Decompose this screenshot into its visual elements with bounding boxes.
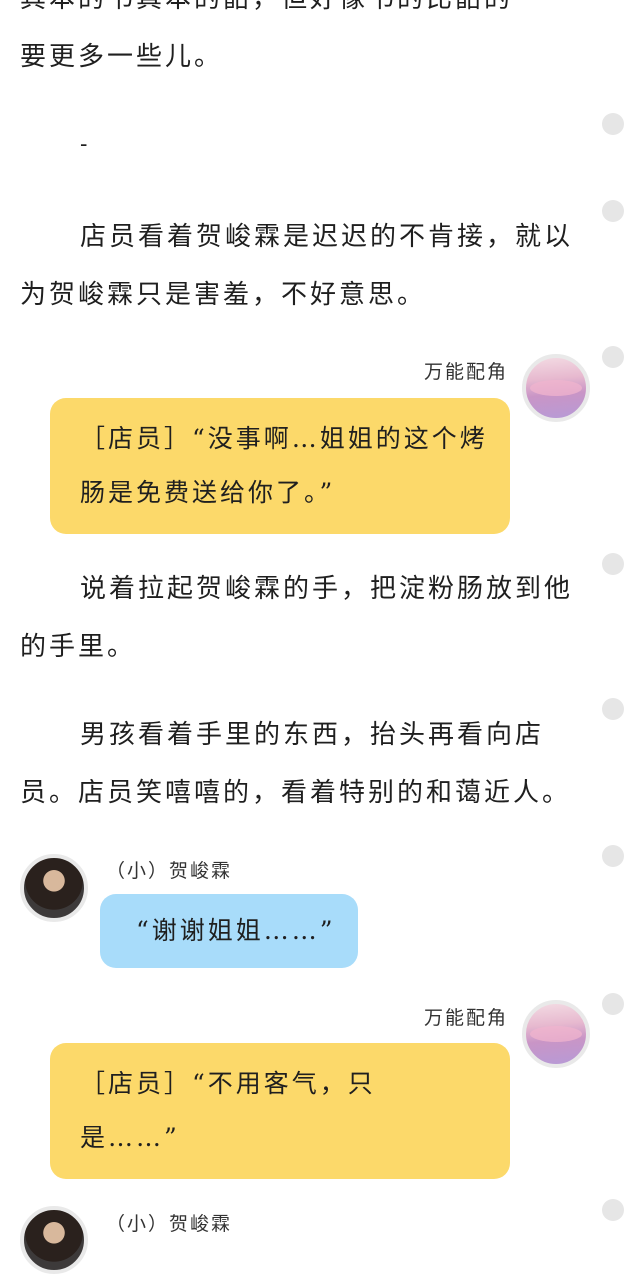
comment-dot[interactable] xyxy=(602,698,624,720)
sender-avatar[interactable] xyxy=(20,854,88,922)
comment-dot[interactable] xyxy=(602,1199,624,1221)
chat-text: ［店员］“没事啊…姐姐的这个烤肠是免费送给你了。” xyxy=(80,424,488,507)
sender-name: 万能配角 xyxy=(423,361,508,383)
sender-avatar[interactable] xyxy=(20,1206,88,1274)
story-paragraph: 店员看着贺峻霖是迟迟的不肯接，就以为贺峻霖只是害羞，不好意思。 xyxy=(20,208,600,324)
sender-name: （小）贺峻霖 xyxy=(106,1213,233,1235)
comment-dot[interactable] xyxy=(602,993,624,1015)
sender-avatar[interactable] xyxy=(522,1000,590,1068)
separator-dash: - xyxy=(80,132,88,157)
chat-text: “谢谢姐姐……” xyxy=(136,916,336,945)
story-paragraph: 男孩看着手里的东西，抬头再看向店员。店员笑嘻嘻的，看着特别的和蔼近人。 xyxy=(20,706,600,822)
chat-text: ［店员］“不用客气，只是……” xyxy=(80,1069,376,1152)
comment-dot[interactable] xyxy=(602,553,624,575)
story-paragraph: 说着拉起贺峻霖的手，把淀粉肠放到他的手里。 xyxy=(20,560,600,676)
story-text: 男孩看着手里的东西，抬头再看向店员。店员笑嘻嘻的，看着特别的和蔼近人。 xyxy=(20,720,572,808)
comment-dot[interactable] xyxy=(602,845,624,867)
story-text: 其本的书真本的韶，但好像书的比韶的 xyxy=(20,0,513,14)
comment-dot[interactable] xyxy=(602,200,624,222)
comment-dot[interactable] xyxy=(602,346,624,368)
sender-name: 万能配角 xyxy=(423,1007,508,1029)
chat-bubble: ［店员］“不用客气，只是……” xyxy=(50,1043,510,1179)
story-paragraph: 其本的书真本的韶，但好像书的比韶的 要更多一些儿。 xyxy=(20,0,600,86)
comment-dot[interactable] xyxy=(602,113,624,135)
story-text: 说着拉起贺峻霖的手，把淀粉肠放到他的手里。 xyxy=(20,574,574,662)
chat-bubble: ［店员］“没事啊…姐姐的这个烤肠是免费送给你了。” xyxy=(50,398,510,534)
sender-name: （小）贺峻霖 xyxy=(106,860,233,882)
story-text: 要更多一些儿。 xyxy=(20,42,224,72)
chat-bubble: “谢谢姐姐……” xyxy=(100,894,358,968)
story-text: 店员看着贺峻霖是迟迟的不肯接，就以为贺峻霖只是害羞，不好意思。 xyxy=(20,222,574,310)
sender-avatar[interactable] xyxy=(522,354,590,422)
